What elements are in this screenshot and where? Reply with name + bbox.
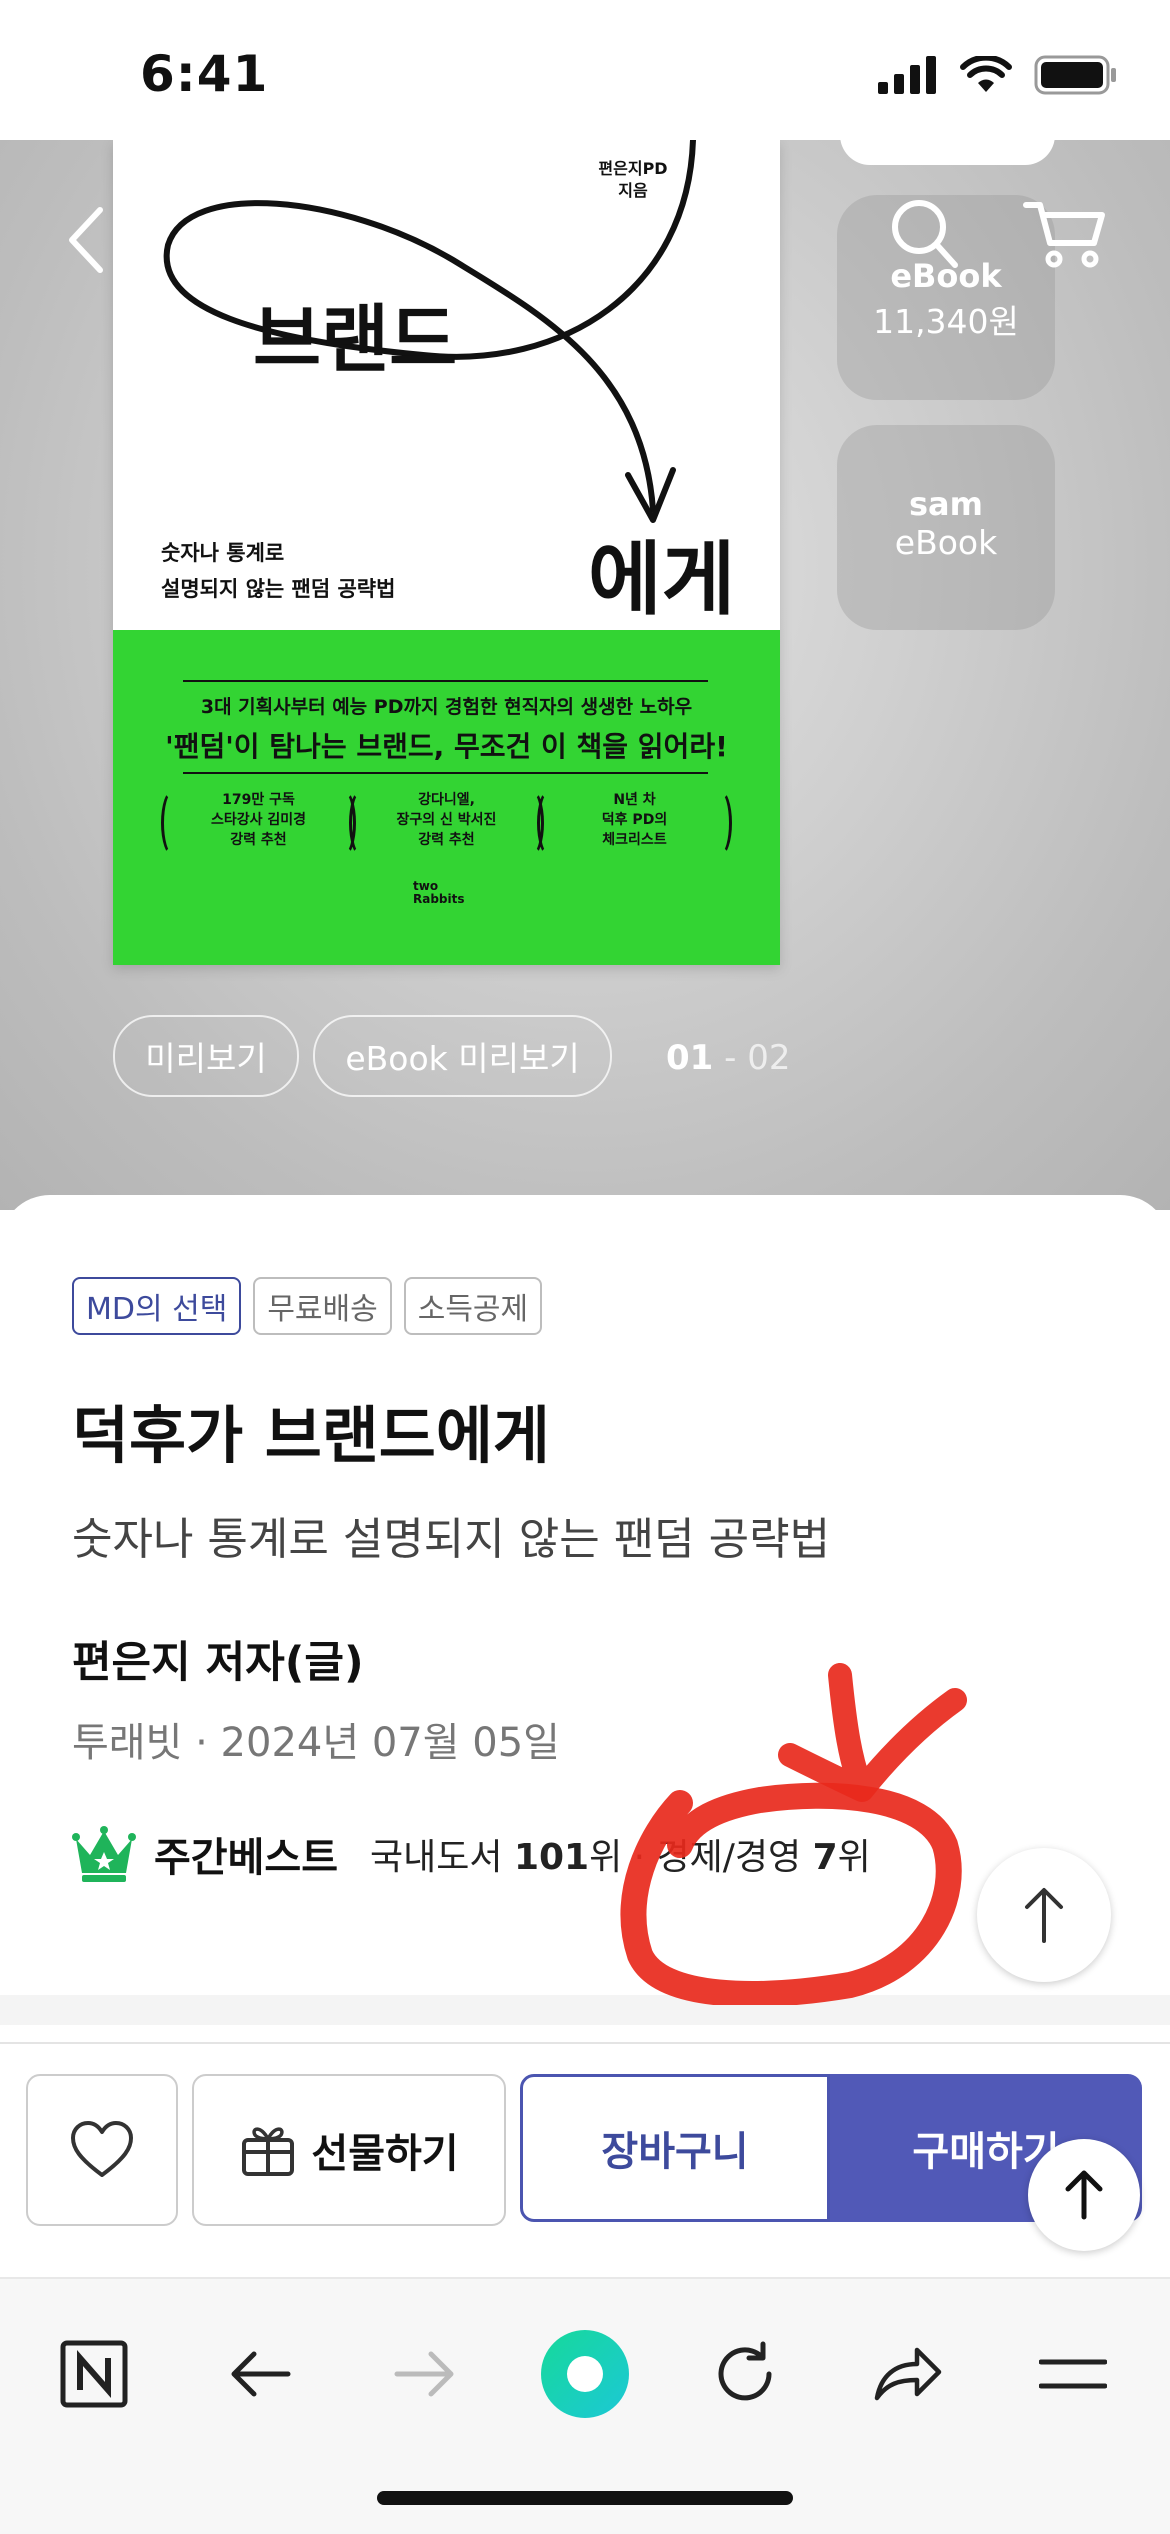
search-icon (892, 200, 958, 268)
domestic-suffix: 위 · 경제/경영 (589, 1837, 813, 1878)
sam-ebook-button[interactable]: sam eBook (837, 425, 1055, 630)
home-indicator (377, 2491, 793, 2505)
share-button[interactable] (858, 2324, 958, 2424)
page-current: 01 (666, 1038, 714, 1078)
chevron-left-icon (69, 207, 103, 273)
green-dot-button[interactable] (535, 2324, 635, 2424)
share-icon (874, 2347, 942, 2401)
cover-author: 편은지PD 지음 (598, 159, 668, 200)
battery-icon (1034, 55, 1116, 95)
search-button[interactable] (885, 195, 965, 279)
purchase-action-bar: 선물하기 장바구니 구매하기 (0, 2042, 1170, 2279)
category-rank: 7 (812, 1837, 838, 1878)
status-icons (878, 55, 1118, 95)
cover-subtitle-line1: 숫자나 통계로 (161, 541, 285, 565)
back-nav-button[interactable] (210, 2324, 310, 2424)
signal-icon (878, 56, 936, 94)
cover-recommendation-1: 179만 구독 스타강사 김미경 강력 추천 (161, 790, 356, 856)
back-button[interactable] (60, 200, 120, 280)
cover-copy-line2: '팬덤'이 탐나는 브랜드, 무조건 이 책을 읽어라! (165, 730, 728, 763)
wishlist-button[interactable] (26, 2074, 178, 2226)
bestseller-rank[interactable]: 주간베스트 국내도서 101위 · 경제/경영 7위 (72, 1825, 871, 1883)
scroll-to-top-button[interactable] (977, 1848, 1111, 1982)
sam-ebook-label: eBook (894, 523, 998, 562)
cover-publisher-logo: two Rabbits (413, 879, 465, 906)
cover-copy-line1: 3대 기획사부터 예능 PD까지 경험한 현직자의 생생한 노하우 (200, 696, 693, 718)
book-cover-gallery[interactable]: 편은지PD 지음 브랜드 숫자나 통계로 설명되지 않는 팬덤 공략법 에게 3… (0, 140, 1170, 1210)
bestseller-rank-text: 국내도서 101위 · 경제/경영 7위 (370, 1828, 871, 1880)
gift-label: 선물하기 (311, 2131, 459, 2177)
cover-rule-bottom (183, 772, 708, 774)
floating-scroll-top-button[interactable] (1028, 2139, 1140, 2251)
gift-icon (242, 2127, 295, 2176)
cover-rule-top (183, 680, 708, 682)
status-bar: 6:41 (0, 0, 1170, 140)
hamburger-icon (1039, 2359, 1107, 2389)
cover-recommendation-3: N년 차 덕후 PD의 체크리스트 (537, 790, 732, 856)
weekly-best-label: 주간베스트 (154, 1835, 338, 1881)
refresh-button[interactable] (695, 2324, 795, 2424)
browser-toolbar (0, 2277, 1170, 2534)
crown-icon (72, 1826, 136, 1882)
preview-button[interactable]: 미리보기 (113, 1015, 299, 1097)
refresh-icon (718, 2341, 772, 2401)
category-suffix: 위 (837, 1837, 871, 1878)
arrow-up-icon (1065, 2170, 1103, 2220)
wifi-icon (960, 56, 1012, 92)
status-time: 6:41 (140, 45, 269, 103)
cover-subtitle: 숫자나 통계로 설명되지 않는 팬덤 공략법 (161, 535, 395, 607)
cover-subtitle-line2: 설명되지 않는 팬덤 공략법 (161, 577, 396, 601)
naver-home-button[interactable] (44, 2324, 144, 2424)
tax-deduction-badge: 소득공제 (403, 1277, 543, 1335)
arrow-up-icon (1025, 1888, 1063, 1943)
book-author-link[interactable]: 편은지 저자(글) (72, 1628, 364, 1690)
section-divider (0, 1995, 1170, 2025)
top-tab-pill (840, 140, 1055, 165)
cart-icon (1023, 202, 1105, 268)
domestic-rank: 101 (513, 1837, 590, 1878)
naver-n-icon (60, 2340, 128, 2408)
sam-label: sam (909, 485, 983, 523)
domestic-prefix: 국내도서 (370, 1837, 514, 1878)
publisher-date: 투래빗 · 2024년 07월 05일 (72, 1720, 560, 1766)
add-to-cart-button[interactable]: 장바구니 (520, 2074, 830, 2222)
book-info-sheet: MD의 선택 무료배송 소득공제 덕후가 브랜드에게 숫자나 통계로 설명되지 … (0, 1195, 1170, 2025)
free-shipping-badge: 무료배송 (253, 1277, 392, 1335)
forward-nav-button[interactable] (375, 2324, 475, 2424)
badge-row: MD의 선택 무료배송 소득공제 (72, 1277, 543, 1335)
cover-recommendation-2: 강다니엘, 장구의 신 박서진 강력 추천 (349, 790, 544, 856)
book-title: 덕후가 브랜드에게 (72, 1399, 550, 1472)
ebook-price-value: 11,340원 (873, 302, 1019, 341)
cover-title-part1: 브랜드 (253, 297, 458, 383)
arrow-right-icon (394, 2351, 454, 2397)
gift-button[interactable]: 선물하기 (192, 2074, 506, 2226)
heart-icon (71, 2121, 133, 2177)
green-dot-icon (541, 2330, 629, 2418)
menu-button[interactable] (1023, 2324, 1123, 2424)
book-subtitle: 숫자나 통계로 설명되지 않는 팬덤 공략법 (72, 1514, 831, 1565)
cart-button[interactable] (1020, 195, 1110, 279)
page-total: - 02 (713, 1038, 791, 1078)
page-indicator: 01 - 02 (666, 1038, 790, 1078)
cover-title-part2: 에게 (588, 533, 736, 626)
book-cover-image[interactable]: 편은지PD 지음 브랜드 숫자나 통계로 설명되지 않는 팬덤 공략법 에게 3… (113, 140, 780, 965)
md-pick-badge: MD의 선택 (72, 1277, 242, 1335)
ebook-preview-button[interactable]: eBook 미리보기 (313, 1015, 612, 1097)
arrow-left-icon (231, 2351, 291, 2397)
